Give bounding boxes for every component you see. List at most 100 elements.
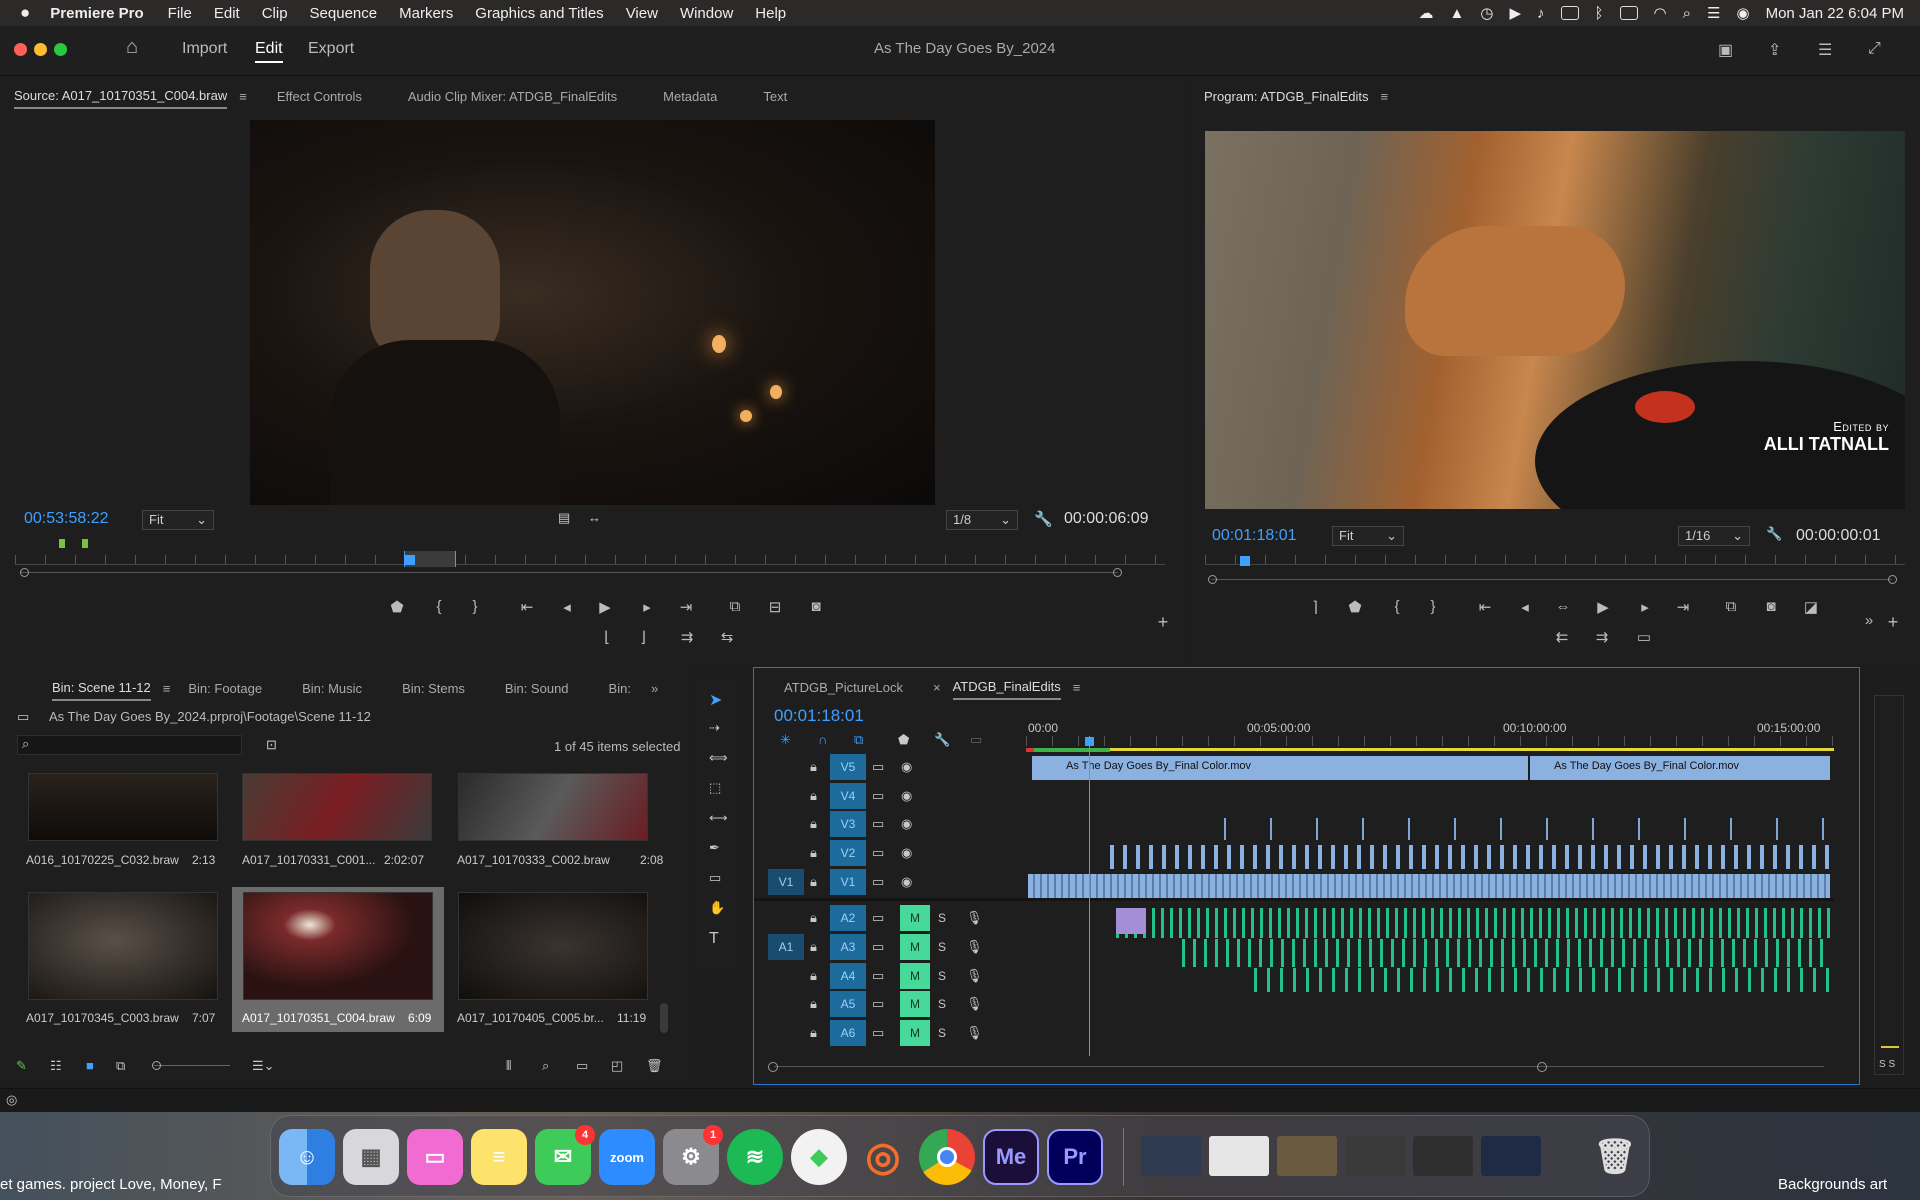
sims-icon[interactable]: ◆: [791, 1129, 847, 1185]
menu-view[interactable]: View: [626, 5, 658, 22]
go-to-out-icon[interactable]: ⇥: [1672, 598, 1694, 616]
timeline-clip[interactable]: As The Day Goes By_Final Color.mov: [1530, 756, 1830, 780]
lift-icon[interactable]: ⧉: [1720, 598, 1742, 615]
lift-in-icon[interactable]: ⌊: [596, 628, 618, 646]
track-target-v1[interactable]: V1: [830, 869, 866, 895]
program-playhead[interactable]: [1240, 556, 1250, 566]
work-area-bar[interactable]: [1026, 748, 1834, 751]
menu-edit[interactable]: Edit: [214, 5, 240, 22]
program-fit-dropdown[interactable]: Fit ⌄: [1332, 526, 1404, 546]
mute-button[interactable]: M: [900, 963, 930, 989]
icon-view-icon[interactable]: ■: [86, 1058, 94, 1073]
render-bar[interactable]: [1034, 748, 1110, 752]
window-thumbnail[interactable]: [1345, 1136, 1405, 1176]
clip-thumbnail[interactable]: [28, 892, 218, 1000]
sync-icon[interactable]: ▭: [872, 996, 884, 1012]
go-to-out-icon[interactable]: ⇥: [675, 598, 697, 616]
play-around-icon[interactable]: ⇉: [1591, 628, 1613, 646]
source-marker[interactable]: [82, 539, 88, 548]
mute-button[interactable]: M: [900, 905, 930, 931]
tab-picturelock[interactable]: ATDGB_PictureLock: [784, 676, 903, 699]
clip-thumbnail[interactable]: [28, 773, 218, 841]
home-icon[interactable]: ⌂: [126, 36, 138, 59]
messages-icon[interactable]: ✉ 4: [535, 1125, 595, 1185]
time-machine-icon[interactable]: ◷: [1480, 4, 1493, 22]
zoom-handle[interactable]: [768, 1062, 778, 1072]
go-to-in-icon[interactable]: ⇤: [516, 598, 538, 616]
step-back-icon[interactable]: ◂: [1514, 598, 1536, 616]
tab-import[interactable]: Import: [182, 40, 227, 58]
menu-clip[interactable]: Clip: [262, 5, 288, 22]
window-thumbnail[interactable]: [1277, 1136, 1337, 1176]
clip-thumbnail[interactable]: [242, 773, 432, 841]
timeline-zoom-bar[interactable]: [774, 1066, 1824, 1067]
mute-button[interactable]: M: [900, 934, 930, 960]
program-time-ruler[interactable]: [1205, 555, 1905, 565]
trash-icon[interactable]: 🗑: [646, 1058, 663, 1074]
source-video-frame[interactable]: [250, 120, 935, 505]
source-playhead[interactable]: [405, 555, 415, 565]
tab-finaledits[interactable]: ATDGB_FinalEdits: [952, 675, 1061, 700]
step-forward-icon[interactable]: ▸: [1634, 598, 1656, 616]
window-thumbnail[interactable]: [1209, 1136, 1269, 1176]
playhead-handle[interactable]: [1085, 737, 1094, 746]
system-settings-icon[interactable]: ⚙ 1: [663, 1125, 723, 1185]
track-target-v5[interactable]: V5: [830, 754, 866, 780]
search-icon[interactable]: ⌕: [1683, 5, 1691, 22]
notification-icon[interactable]: ▲: [1450, 5, 1465, 22]
step-back-icon[interactable]: ◂: [556, 598, 578, 616]
shuttle-icon[interactable]: ⇔: [1552, 598, 1574, 615]
play-icon[interactable]: ▶: [1509, 4, 1521, 22]
freeform-view-icon[interactable]: ⧉: [116, 1058, 125, 1074]
lock-icon[interactable]: 🔒︎: [810, 874, 817, 890]
find-icon[interactable]: ⌕: [542, 1058, 549, 1074]
sync-icon[interactable]: ▭: [872, 968, 884, 984]
v2-clips[interactable]: [1110, 845, 1830, 869]
thumbnail-size-slider[interactable]: [154, 1065, 230, 1066]
timeline-timecode[interactable]: 00:01:18:01: [774, 706, 864, 726]
ripple-edit-icon[interactable]: ⟺: [709, 750, 728, 766]
mark-out-icon[interactable]: }: [1422, 598, 1444, 615]
track-select-icon[interactable]: ⇢: [709, 720, 720, 736]
track-target-a2[interactable]: A2: [830, 905, 866, 931]
lock-icon[interactable]: 🔒︎: [810, 816, 817, 832]
sort-icon[interactable]: ☰⌄: [252, 1058, 275, 1074]
track-target-v4[interactable]: V4: [830, 783, 866, 809]
time-ruler[interactable]: [1026, 736, 1834, 746]
sync-icon[interactable]: ▭: [872, 816, 884, 832]
clip-thumbnail[interactable]: [458, 892, 648, 1000]
tab-audio-clip-mixer[interactable]: Audio Clip Mixer: ATDGB_FinalEdits: [408, 85, 617, 108]
menu-sequence[interactable]: Sequence: [310, 5, 378, 22]
list-view-icon[interactable]: ☷: [50, 1058, 62, 1074]
camera-icon[interactable]: ◙: [1760, 598, 1782, 615]
comparison-icon[interactable]: ◪: [1800, 598, 1822, 616]
zoom-handle[interactable]: [20, 568, 29, 577]
new-search-bin-icon[interactable]: ⊡: [266, 737, 277, 753]
notes-icon[interactable]: ≡: [471, 1129, 527, 1185]
step-forward-icon[interactable]: ▸: [636, 598, 658, 616]
mark-in-icon[interactable]: ⌉: [1304, 598, 1326, 616]
lock-icon[interactable]: 🔒︎: [810, 788, 817, 804]
wifi-icon[interactable]: ◠: [1654, 4, 1667, 22]
lock-icon[interactable]: 🔒︎: [810, 845, 817, 861]
fullscreen-icon[interactable]: ⤢: [1868, 40, 1881, 58]
bluetooth-icon[interactable]: ᛒ: [1595, 5, 1604, 22]
source-resolution-dropdown[interactable]: 1/8 ⌄: [946, 510, 1018, 530]
track-target-a4[interactable]: A4: [830, 963, 866, 989]
tab-export[interactable]: Export: [308, 40, 354, 58]
sync-icon[interactable]: ▭: [872, 788, 884, 804]
status-icon[interactable]: ◎: [6, 1092, 17, 1108]
slip-icon[interactable]: ⟷: [709, 810, 728, 826]
source-patch-a1[interactable]: A1: [768, 934, 804, 960]
mute-button[interactable]: M: [900, 1020, 930, 1046]
control-center-icon[interactable]: ☰: [1707, 4, 1720, 22]
trash-icon[interactable]: 🗑: [1587, 1129, 1643, 1185]
clip-thumbnail[interactable]: [458, 773, 648, 841]
play-in-out-icon[interactable]: ⇉: [676, 628, 698, 646]
multicam-icon[interactable]: ▭: [1633, 628, 1655, 646]
spotify-icon[interactable]: ≋: [727, 1129, 783, 1185]
tab-bin-more[interactable]: Bin:: [609, 677, 631, 700]
track-target-v2[interactable]: V2: [830, 840, 866, 866]
tab-bin-scene[interactable]: Bin: Scene 11-12: [52, 676, 151, 701]
lock-icon[interactable]: 🔒︎: [810, 759, 817, 775]
